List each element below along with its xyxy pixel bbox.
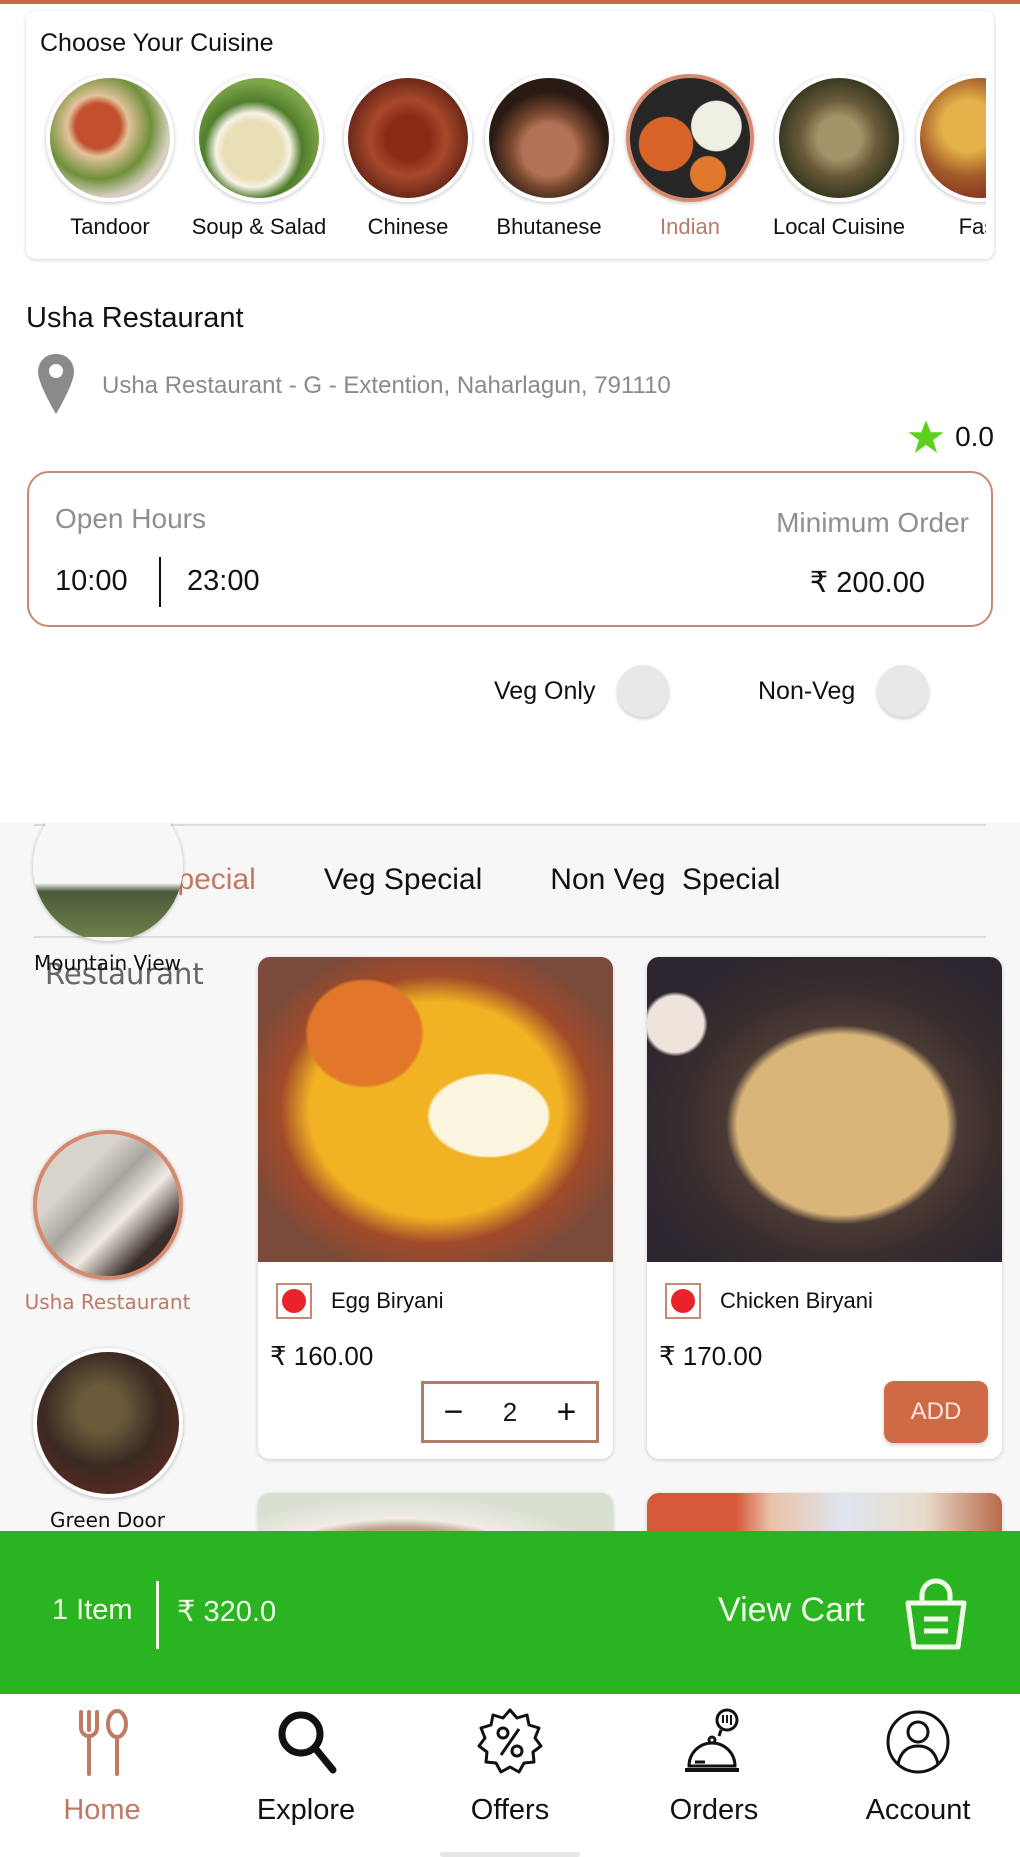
cuisine-label: Chinese [367, 214, 449, 239]
food-card-partial [647, 1493, 1002, 1533]
non-veg-dot [671, 1289, 695, 1313]
nav-explore[interactable]: Explore [204, 1694, 408, 1857]
basket-icon[interactable] [904, 1575, 968, 1651]
increment-button[interactable]: + [556, 1395, 576, 1429]
nav-label: Account [865, 1794, 971, 1826]
cuisine-image [916, 74, 986, 202]
food-price: ₹ 160.00 [270, 1341, 374, 1371]
restaurant-image [32, 1130, 183, 1280]
non-veg-filter[interactable]: Non-Veg [758, 665, 930, 717]
cuisine-title: Choose Your Cuisine [40, 29, 274, 57]
restaurant-label: Green Door [49, 1508, 166, 1532]
cart-divider [156, 1581, 159, 1649]
add-to-cart-button[interactable]: ADD [884, 1381, 988, 1443]
home-indicator[interactable] [440, 1852, 580, 1857]
restaurant-label: Usha Restaurant [24, 1290, 191, 1314]
veg-only-filter[interactable]: Veg Only [494, 665, 670, 717]
cuisine-label: Fast [958, 214, 986, 239]
cuisine-label: Bhutanese [496, 214, 602, 239]
hours-info-box: Open Hours 10:00 23:00 Minimum Order ₹ 2… [27, 471, 993, 627]
restaurant-rating: 0.0 [907, 418, 994, 456]
food-card-chicken-biryani: Chicken Biryani ₹ 170.00 ADD [647, 957, 1002, 1459]
hours-divider [159, 557, 161, 607]
decrement-button[interactable]: − [444, 1395, 464, 1429]
non-veg-toggle[interactable] [877, 665, 930, 717]
food-image [647, 957, 1002, 1262]
nav-offers[interactable]: Offers [408, 1694, 612, 1857]
cuisine-image [46, 74, 174, 202]
min-order-value: ₹ 200.00 [809, 567, 925, 599]
nav-label: Offers [470, 1794, 550, 1826]
cuisine-image [344, 74, 472, 202]
nav-orders[interactable]: Orders [612, 1694, 816, 1857]
discount-badge-icon [477, 1708, 543, 1774]
cuisine-item-soup-salad[interactable]: Soup & Salad [189, 74, 329, 240]
cuisine-selector: Choose Your Cuisine Tandoor Soup & Salad… [26, 11, 994, 259]
top-accent-bar [0, 0, 1020, 4]
restaurant-image [32, 1348, 183, 1498]
cloche-icon [685, 1708, 739, 1772]
veg-only-toggle[interactable] [617, 665, 670, 717]
cuisine-image [775, 74, 903, 202]
cuisine-image [195, 74, 323, 202]
cuisine-item-tandoor[interactable]: Tandoor [40, 74, 180, 240]
quantity-value: 2 [502, 1396, 518, 1427]
food-card-egg-biryani: Egg Biryani ₹ 160.00 − 2 + [258, 957, 613, 1459]
nav-label: Explore [256, 1794, 356, 1826]
cuisine-image [626, 74, 754, 202]
nav-label: Orders [669, 1794, 759, 1826]
cuisine-item-bhutanese[interactable]: Bhutanese [479, 74, 619, 240]
star-icon [908, 420, 944, 453]
restaurant-item-green-door[interactable]: Green Door [0, 1348, 215, 1532]
cuisine-label: Soup & Salad [191, 214, 327, 239]
fork-spoon-icon [79, 1709, 128, 1776]
cuisine-label: Local Cuisine [772, 214, 906, 239]
quantity-stepper: − 2 + [421, 1381, 599, 1443]
nav-home[interactable]: Home [0, 1694, 204, 1857]
cuisine-label: Tandoor [70, 214, 150, 239]
cuisine-item-chinese[interactable]: Chinese [338, 74, 478, 240]
food-image [258, 957, 613, 1262]
restaurant-item-mountain-view[interactable]: Mountain View [0, 823, 215, 975]
open-to-time: 23:00 [187, 565, 260, 597]
cuisine-label: Indian [660, 214, 720, 239]
cuisine-item-local-cuisine[interactable]: Local Cuisine [769, 74, 909, 240]
cuisine-list[interactable]: Tandoor Soup & Salad Chinese Bhutanese I… [26, 74, 986, 254]
food-name: Chicken Biryani [720, 1288, 873, 1313]
non-veg-marker-icon [276, 1283, 312, 1319]
open-from-time: 10:00 [55, 565, 128, 597]
food-price: ₹ 170.00 [659, 1341, 763, 1371]
restaurant-address: Usha Restaurant - G - Extention, Naharla… [102, 372, 671, 399]
food-name: Egg Biryani [331, 1288, 444, 1313]
user-circle-icon [886, 1710, 950, 1774]
min-order-label: Minimum Order [776, 507, 969, 538]
cuisine-item-indian[interactable]: Indian [620, 74, 760, 240]
menu-section: Non Veg Special Veg Special Non Veg Spec… [0, 823, 1020, 1533]
cuisine-item-fast[interactable]: Fast [910, 74, 986, 240]
non-veg-dot [282, 1289, 306, 1313]
tab-non-veg-special-2[interactable]: Non Veg Special [550, 863, 780, 897]
veg-only-label: Veg Only [494, 676, 596, 705]
tab-veg-special[interactable]: Veg Special [324, 863, 482, 897]
restaurant-name: Usha Restaurant [26, 302, 244, 334]
restaurant-item-usha[interactable]: Usha Restaurant [0, 1130, 215, 1314]
restaurant-label: Mountain View [34, 951, 181, 975]
restaurant-image [32, 823, 183, 941]
cart-item-count: 1 Item [52, 1594, 133, 1626]
cart-summary-bar[interactable]: 1 Item ₹ 320.0 View Cart [0, 1531, 1020, 1694]
search-icon [278, 1711, 337, 1774]
rating-value: 0.0 [955, 421, 994, 452]
non-veg-marker-icon [665, 1283, 701, 1319]
non-veg-label: Non-Veg [758, 676, 856, 705]
nav-account[interactable]: Account [816, 1694, 1020, 1857]
cuisine-image [485, 74, 613, 202]
open-hours-label: Open Hours [55, 503, 206, 534]
nav-label: Home [63, 1794, 141, 1826]
food-card-partial [258, 1493, 613, 1533]
map-pin-icon [38, 354, 74, 414]
cart-total: ₹ 320.0 [177, 1596, 277, 1628]
view-cart-button[interactable]: View Cart [718, 1591, 865, 1630]
bottom-navigation: Home Explore Offers Orders Account [0, 1694, 1020, 1857]
